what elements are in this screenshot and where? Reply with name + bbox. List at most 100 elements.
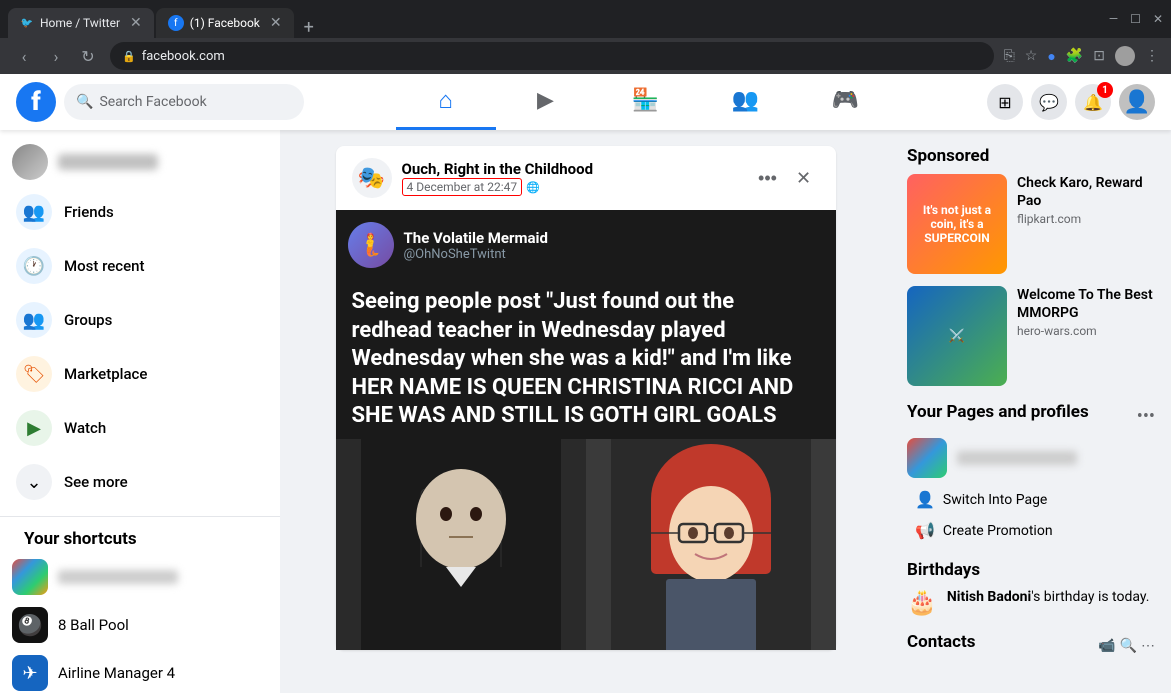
extension-icon[interactable]: ● <box>1047 48 1055 65</box>
flipkart-ad-title: Check Karo, Reward Pao <box>1017 174 1155 210</box>
nav-groups[interactable]: 👥 <box>696 74 796 130</box>
back-button[interactable]: ‹ <box>12 44 36 68</box>
flipkart-ad-domain: flipkart.com <box>1017 212 1155 226</box>
puzzle-icon[interactable]: 🧩 <box>1066 48 1083 64</box>
pages-more-button[interactable]: ••• <box>1137 406 1155 427</box>
sidebar-label-friends: Friends <box>64 203 114 221</box>
post-page-info: Ouch, Right in the Childhood 4 December … <box>402 160 742 196</box>
nav-gaming[interactable]: 🎮 <box>796 74 896 130</box>
inner-tweet-post: 🧜 The Volatile Mermaid @OhNoSheTwitnt Se… <box>336 210 836 650</box>
sidebar-item-groups[interactable]: 👥 Groups <box>4 294 276 346</box>
grid-menu-button[interactable]: ⊞ <box>987 84 1023 120</box>
herowars-ad-thumb: ⚔️ <box>907 286 1007 386</box>
inner-post-text: Seeing people post "Just found out the r… <box>336 280 836 439</box>
window-icon[interactable]: ⊡ <box>1093 48 1105 64</box>
contacts-title: Contacts <box>907 632 975 652</box>
messenger-icon: 💬 <box>1039 93 1059 112</box>
sidebar-divider <box>0 516 280 517</box>
messenger-button[interactable]: 💬 <box>1031 84 1067 120</box>
tab-twitter[interactable]: 🐦 Home / Twitter ✕ <box>8 8 154 38</box>
shortcut-airline[interactable]: ✈ Airline Manager 4 <box>12 649 268 693</box>
user-avatar-button[interactable]: 👤 <box>1119 84 1155 120</box>
birthday-suffix: 's birthday is today. <box>1031 589 1149 605</box>
notification-badge: 1 <box>1097 82 1113 98</box>
nav-watch[interactable]: ▶ <box>496 74 596 130</box>
birthday-message: Nitish Badoni's birthday is today. <box>947 588 1150 608</box>
minimize-button[interactable]: — <box>1109 12 1118 26</box>
profile-circle[interactable] <box>1115 46 1135 66</box>
inner-post-avatar: 🧜 <box>348 222 394 268</box>
shortcut-blurred[interactable] <box>12 553 268 601</box>
close-button[interactable]: ✕ <box>1153 12 1163 26</box>
fb-logo[interactable]: f <box>16 82 56 122</box>
post-actions: ••• ✕ <box>752 162 820 194</box>
search-box[interactable]: 🔍 Search Facebook <box>64 84 304 120</box>
shortcut-blurred-label <box>58 570 178 584</box>
switch-into-page-button[interactable]: 👤 Switch Into Page <box>907 486 1155 513</box>
tab-facebook-close[interactable]: ✕ <box>270 15 282 31</box>
contacts-video-button[interactable]: 📹 <box>1098 638 1115 654</box>
promotion-label: Create Promotion <box>943 523 1053 539</box>
user-avatar-icon: 👤 <box>1123 90 1150 115</box>
sidebar-item-most-recent[interactable]: 🕐 Most recent <box>4 240 276 292</box>
url-bar[interactable]: 🔒 facebook.com <box>110 42 994 70</box>
sidebar-label-watch: Watch <box>64 419 106 437</box>
sidebar-user-profile[interactable] <box>4 138 276 186</box>
tab-facebook[interactable]: f (1) Facebook ✕ <box>156 8 294 38</box>
flipkart-ad-info: Check Karo, Reward Pao flipkart.com <box>1017 174 1155 274</box>
sidebar-label-marketplace: Marketplace <box>64 365 147 383</box>
reload-button[interactable]: ↻ <box>76 44 100 68</box>
maximize-button[interactable]: ☐ <box>1130 12 1141 26</box>
post-card: 🎭 Ouch, Right in the Childhood 4 Decembe… <box>336 146 836 650</box>
sidebar-item-watch[interactable]: ▶ Watch <box>4 402 276 454</box>
wednesday-svg <box>361 439 561 650</box>
post-page-emoji: 🎭 <box>358 166 385 191</box>
url-text: facebook.com <box>142 49 225 64</box>
browser-chrome: 🐦 Home / Twitter ✕ f (1) Facebook ✕ + — … <box>0 0 1171 38</box>
sidebar-item-see-more[interactable]: ⌄ See more <box>4 456 276 508</box>
create-promotion-button[interactable]: 📢 Create Promotion <box>907 517 1155 544</box>
nav-marketplace[interactable]: 🏪 <box>596 74 696 130</box>
sidebar-label-recent: Most recent <box>64 257 144 275</box>
ad-flipkart[interactable]: It's not just a coin, it's a SUPERCOIN C… <box>907 174 1155 274</box>
post-body: 🧜 The Volatile Mermaid @OhNoSheTwitnt Se… <box>336 210 836 650</box>
sidebar-username <box>58 154 158 170</box>
page-action-list: 👤 Switch Into Page 📢 Create Promotion <box>907 486 1155 544</box>
recent-icon: 🕐 <box>16 248 52 284</box>
menu-icon[interactable]: ⋮ <box>1145 48 1159 64</box>
shortcuts-section: Your shortcuts 🎱 8 Ball Pool ✈ Airline M… <box>0 525 280 693</box>
forward-button[interactable]: › <box>44 44 68 68</box>
sponsored-section: Sponsored It's not just a coin, it's a S… <box>907 146 1155 386</box>
herowars-ad-info: Welcome To The Best MMORPG hero-wars.com <box>1017 286 1155 386</box>
post-close-button[interactable]: ✕ <box>788 162 820 194</box>
post-meta: 4 December at 22:47 🌐 <box>402 178 742 196</box>
contacts-search-button[interactable]: 🔍 <box>1120 638 1137 654</box>
herowars-ad-domain: hero-wars.com <box>1017 324 1155 338</box>
ad-herowars[interactable]: ⚔️ Welcome To The Best MMORPG hero-wars.… <box>907 286 1155 386</box>
news-feed: 🎭 Ouch, Right in the Childhood 4 Decembe… <box>280 130 891 693</box>
tab-twitter-close[interactable]: ✕ <box>130 15 142 31</box>
bookmark-icon[interactable]: ☆ <box>1025 48 1038 64</box>
address-bar: ‹ › ↻ 🔒 facebook.com ⎘ ☆ ● 🧩 ⊡ ⋮ <box>0 38 1171 74</box>
herowars-thumb-icon: ⚔️ <box>949 329 965 344</box>
switch-page-label: Switch Into Page <box>943 492 1047 508</box>
contacts-more-button[interactable]: ⋯ <box>1141 638 1155 654</box>
birthday-cake-icon: 🎂 <box>907 588 937 616</box>
watch-nav-icon: ▶ <box>537 88 554 113</box>
8ball-icon: 🎱 <box>12 607 48 643</box>
gaming-nav-icon: 🎮 <box>832 88 859 113</box>
post-more-button[interactable]: ••• <box>752 162 784 194</box>
new-tab-button[interactable]: + <box>296 17 322 38</box>
sidebar-item-marketplace[interactable]: 🏷 Marketplace <box>4 348 276 400</box>
notifications-button[interactable]: 🔔 1 <box>1075 84 1111 120</box>
switch-page-icon: 👤 <box>915 490 935 509</box>
main-layout: 👥 Friends 🕐 Most recent 👥 Groups 🏷 Marke… <box>0 130 1171 693</box>
redhead-svg <box>611 439 811 650</box>
flipkart-ad-thumb: It's not just a coin, it's a SUPERCOIN <box>907 174 1007 274</box>
shortcut-8ball[interactable]: 🎱 8 Ball Pool <box>12 601 268 649</box>
nav-home[interactable]: ⌂ <box>396 74 496 130</box>
cast-icon[interactable]: ⎘ <box>1004 48 1015 64</box>
page-item <box>907 438 1155 478</box>
post-page-name[interactable]: Ouch, Right in the Childhood <box>402 160 742 178</box>
sidebar-item-friends[interactable]: 👥 Friends <box>4 186 276 238</box>
